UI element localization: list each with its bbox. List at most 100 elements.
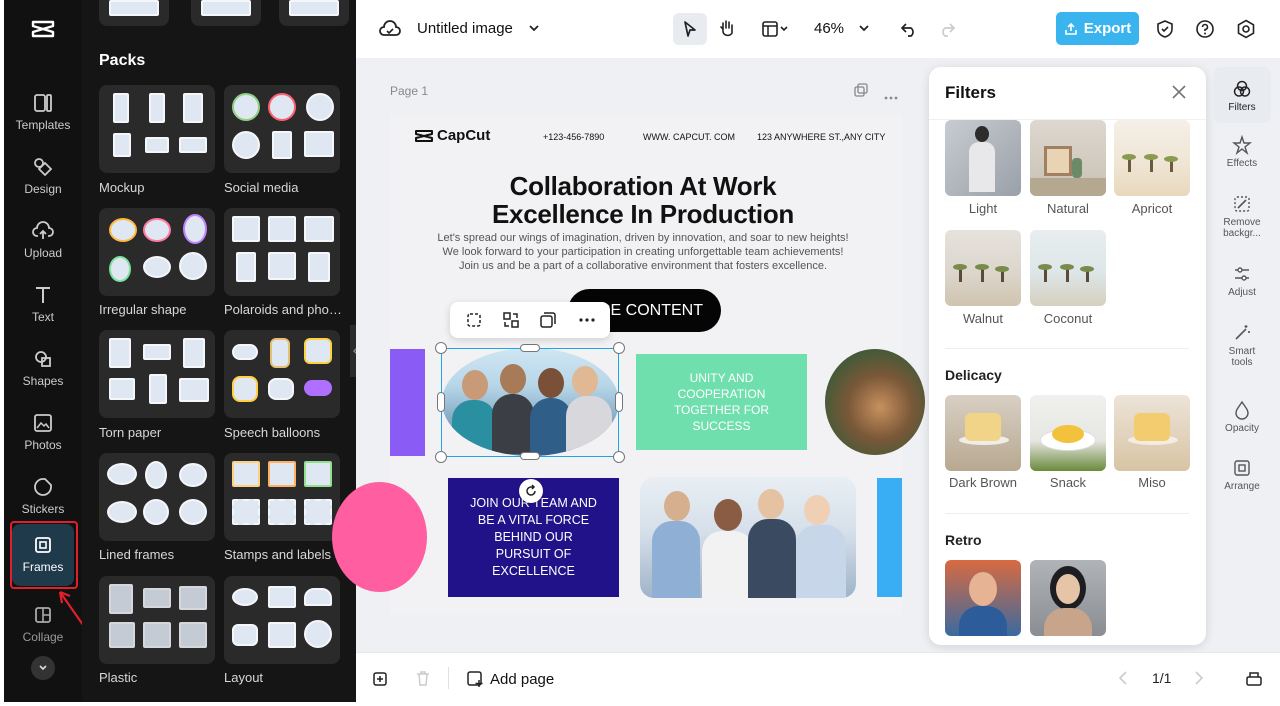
rail-effects[interactable]: Effects bbox=[1213, 135, 1271, 169]
design-icon bbox=[34, 158, 53, 177]
add-page-button[interactable]: Add page bbox=[466, 668, 554, 690]
hand-icon bbox=[720, 20, 733, 37]
help-button[interactable] bbox=[1193, 16, 1217, 42]
filter-natural[interactable] bbox=[1030, 120, 1106, 196]
purple-bar[interactable] bbox=[390, 349, 425, 456]
pack-label: Layout bbox=[224, 670, 264, 685]
chevron-down-icon bbox=[859, 25, 869, 32]
resize-handle-tr[interactable] bbox=[613, 342, 625, 354]
shield-button[interactable] bbox=[1153, 16, 1177, 42]
pack-speech-balloons[interactable] bbox=[224, 330, 340, 418]
prev-page-button[interactable] bbox=[1118, 670, 1132, 686]
delete-page-button[interactable] bbox=[414, 669, 432, 687]
filter-dark-brown[interactable] bbox=[945, 395, 1021, 471]
more-options-button[interactable] bbox=[577, 311, 597, 329]
document-title[interactable]: Untitled image bbox=[417, 20, 513, 37]
filter-walnut[interactable] bbox=[945, 230, 1021, 306]
rail-design[interactable]: Design bbox=[4, 148, 82, 208]
rail-remove-background[interactable]: Remove backgr... bbox=[1213, 194, 1271, 239]
duplicate-page-icon[interactable] bbox=[854, 83, 868, 97]
team-photo-rect[interactable] bbox=[640, 477, 856, 598]
title-menu-button[interactable] bbox=[526, 20, 542, 36]
pack-plastic[interactable] bbox=[99, 576, 215, 664]
replace-button[interactable] bbox=[502, 311, 520, 329]
page-more-icon[interactable] bbox=[883, 88, 899, 100]
pack-mockup[interactable] bbox=[99, 85, 215, 173]
add-page-icon bbox=[467, 671, 483, 687]
resize-handle-top[interactable] bbox=[520, 344, 540, 352]
layout-menu-button[interactable] bbox=[754, 13, 796, 45]
filter-light[interactable] bbox=[945, 120, 1021, 196]
remove-background-icon bbox=[1234, 196, 1250, 212]
expand-rail-button[interactable] bbox=[31, 656, 55, 680]
rail-photos[interactable]: Photos bbox=[4, 404, 82, 464]
rail-filters[interactable]: Filters bbox=[1213, 67, 1271, 123]
rail-label: Text bbox=[31, 310, 54, 324]
filter-coconut[interactable] bbox=[1030, 230, 1106, 306]
settings-button[interactable] bbox=[1234, 16, 1258, 42]
rail-shapes[interactable]: Shapes bbox=[4, 340, 82, 400]
cyan-bar[interactable] bbox=[877, 478, 902, 597]
undo-button[interactable] bbox=[897, 16, 921, 42]
pack-polaroids[interactable] bbox=[224, 208, 340, 296]
redo-button[interactable] bbox=[935, 16, 959, 42]
resize-handle-tl[interactable] bbox=[435, 342, 447, 354]
redo-icon bbox=[942, 23, 956, 37]
rail-collage[interactable]: Collage bbox=[4, 596, 82, 656]
templates-icon bbox=[34, 94, 52, 112]
hands-photo-circle[interactable] bbox=[825, 349, 925, 455]
crop-button[interactable] bbox=[465, 311, 483, 329]
cloud-save-button[interactable] bbox=[378, 18, 402, 40]
rail-smart-tools[interactable]: Smart tools bbox=[1213, 323, 1271, 368]
rotate-handle[interactable] bbox=[519, 479, 543, 503]
rail-label: Photos bbox=[24, 438, 62, 452]
rail-label: Remove backgr... bbox=[1223, 217, 1261, 239]
previous-row-thumbs bbox=[99, 0, 349, 26]
filter-snack[interactable] bbox=[1030, 395, 1106, 471]
pack-stamps-labels[interactable] bbox=[224, 453, 340, 541]
bottom-toolbar: Add page 1/1 bbox=[356, 652, 1280, 702]
pack-layout[interactable] bbox=[224, 576, 340, 664]
rail-adjust[interactable]: Adjust bbox=[1213, 264, 1271, 298]
pack-social-media[interactable] bbox=[224, 85, 340, 173]
page-counter: 1/1 bbox=[1152, 670, 1172, 686]
pack-torn-paper[interactable] bbox=[99, 330, 215, 418]
resize-handle-br[interactable] bbox=[613, 451, 625, 463]
rail-templates[interactable]: Templates bbox=[4, 84, 82, 144]
resize-handle-bl[interactable] bbox=[435, 451, 447, 463]
rail-text[interactable]: Text bbox=[4, 276, 82, 336]
resize-handle-bottom[interactable] bbox=[520, 452, 540, 460]
zoom-level[interactable]: 46% bbox=[814, 20, 844, 37]
filter-miso[interactable] bbox=[1114, 395, 1190, 471]
pack-lined-frames[interactable] bbox=[99, 453, 215, 541]
hand-tool-button[interactable] bbox=[712, 13, 742, 45]
rail-arrange[interactable]: Arrange bbox=[1213, 458, 1271, 492]
pack-label: Speech balloons bbox=[224, 425, 321, 440]
filter-retro-1[interactable] bbox=[945, 560, 1021, 636]
rail-upload[interactable]: Upload bbox=[4, 212, 82, 272]
close-filters-button[interactable] bbox=[1171, 84, 1187, 100]
next-page-button[interactable] bbox=[1194, 670, 1208, 686]
green-box[interactable]: UNITY AND COOPERATION TOGETHER FOR SUCCE… bbox=[636, 354, 807, 450]
add-element-button[interactable] bbox=[372, 669, 390, 687]
selection-box[interactable] bbox=[441, 348, 619, 457]
pack-irregular-shape[interactable] bbox=[99, 208, 215, 296]
duplicate-button[interactable] bbox=[539, 311, 557, 329]
capcut-logo-icon bbox=[415, 129, 433, 142]
filter-retro-2[interactable] bbox=[1030, 560, 1106, 636]
export-button[interactable]: Export bbox=[1056, 12, 1139, 45]
section-divider bbox=[945, 348, 1189, 349]
zoom-menu-button[interactable] bbox=[856, 20, 872, 36]
resize-handle-left[interactable] bbox=[437, 392, 445, 412]
page-panel-button[interactable] bbox=[1244, 668, 1264, 688]
rail-opacity[interactable]: Opacity bbox=[1213, 400, 1271, 434]
section-title-delicacy: Delicacy bbox=[945, 367, 1002, 383]
left-rail: Templates Design Upload Text Shapes Phot… bbox=[4, 0, 89, 702]
capcut-logo[interactable] bbox=[30, 16, 56, 42]
export-label: Export bbox=[1083, 20, 1132, 37]
resize-handle-right[interactable] bbox=[615, 392, 623, 412]
pink-shape[interactable] bbox=[332, 482, 427, 592]
select-tool-button[interactable] bbox=[673, 13, 707, 45]
filter-apricot[interactable] bbox=[1114, 120, 1190, 196]
rail-stickers[interactable]: Stickers bbox=[4, 468, 82, 528]
